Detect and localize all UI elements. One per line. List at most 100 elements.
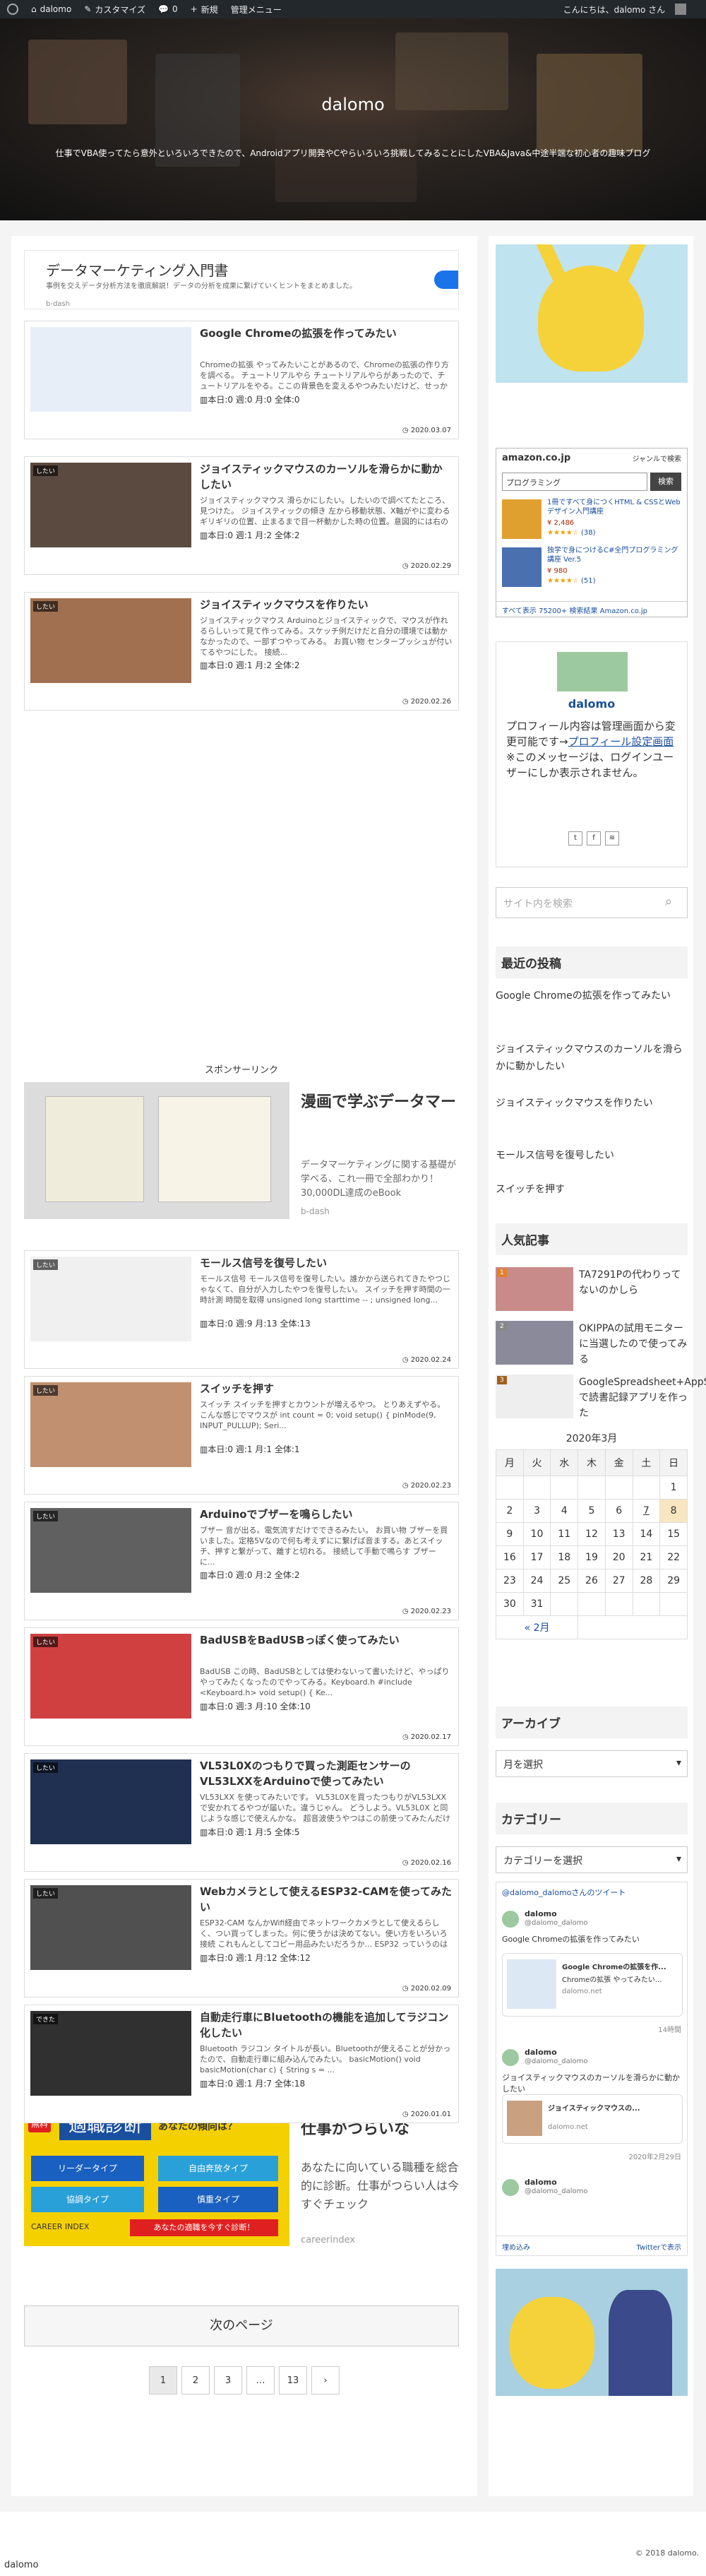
tweet-user[interactable]: dalomo (525, 2048, 557, 2057)
tweet-text: Google Chromeの拡張を作ってみたい (502, 1935, 640, 1944)
rss-icon[interactable]: ≋ (605, 831, 619, 845)
page-next[interactable]: › (311, 2366, 340, 2394)
tweet-time[interactable]: 2020年2月29日 (628, 2151, 681, 2161)
twitter-embed-link[interactable]: 埋め込み (502, 2241, 530, 2252)
recent-link[interactable]: ジョイスティックマウスのカーソルを滑らかに動かしたい (496, 1041, 686, 1075)
post-title[interactable]: ジョイスティックマウスを作りたい (200, 597, 453, 612)
recent-link[interactable]: Google Chromeの拡張を作ってみたい (496, 987, 686, 1004)
category-select[interactable]: カテゴリーを選択 ▾ (496, 1846, 688, 1873)
tweet-user[interactable]: dalomo (525, 2178, 557, 2187)
popular-thumb[interactable]: 3 (496, 1375, 573, 1418)
post-title[interactable]: 自動走行車にBluetoothの機能を追加してラジコン化したい (200, 2010, 453, 2041)
post-title[interactable]: VL53L0Xのつもりで買った測距センサーのVL53LXXをArduinoで使っ… (200, 1758, 453, 1789)
amazon-more-link[interactable]: すべて表示 75200+ 検索結果 Amazon.co.jp (496, 601, 687, 617)
post-title[interactable]: ジョイスティックマウスのカーソルを滑らかに動かしたい (200, 461, 453, 492)
amazon-item-image[interactable] (502, 547, 542, 587)
ad-top-source: b-dash (46, 300, 70, 308)
post-thumbnail[interactable]: したい (30, 1885, 191, 1970)
post-thumbnail[interactable]: できた (30, 2011, 191, 2096)
post-tag: したい (33, 1888, 59, 1899)
post-title[interactable]: Google Chromeの拡張を作ってみたい (200, 326, 453, 341)
post-title[interactable]: スイッチを押す (200, 1381, 453, 1396)
ad-arrow-icon[interactable] (434, 271, 458, 289)
popular-thumb[interactable]: 2 (496, 1321, 573, 1365)
post-card[interactable]: したい モールス信号を復号したい モールス信号 モールス信号を復号したい。誰かから送… (24, 1250, 459, 1369)
calendar-cell: 30 (496, 1592, 524, 1616)
post-card[interactable]: したい スイッチを押す スイッチ スイッチを押すとカウントが増えるやつ。 とりあえず… (24, 1376, 459, 1495)
tweet-handle[interactable]: @dalomo_dalomo (525, 2058, 587, 2065)
calendar-cell[interactable]: 7 (632, 1499, 661, 1523)
amazon-genre-select[interactable]: ジャンルで検索 (633, 453, 682, 463)
wordpress-logo-icon[interactable] (7, 4, 18, 15)
site-title[interactable]: dalomo (0, 95, 706, 114)
profile-settings-link[interactable]: プロフィール設定画面 (568, 735, 674, 748)
page-link[interactable]: 2 (181, 2366, 210, 2394)
post-thumbnail[interactable]: したい (30, 1759, 191, 1844)
recent-link[interactable]: モールス信号を復号したい (496, 1147, 686, 1164)
popular-link[interactable]: GoogleSpreadsheet+AppSheetで読書記録アプリを作った (579, 1375, 706, 1421)
post-card[interactable]: したい ジョイスティックマウスを作りたい ジョイスティックマウス Arduinoとジ… (24, 592, 459, 711)
recent-link[interactable]: スイッチを押す (496, 1181, 686, 1198)
search-icon[interactable]: ⌕ (665, 894, 672, 909)
profile-name[interactable]: dalomo (496, 697, 687, 711)
tweet-time[interactable]: 14時間 (658, 2024, 681, 2034)
post-thumbnail[interactable] (30, 327, 191, 412)
post-thumbnail[interactable]: したい (30, 1508, 191, 1593)
admin-site-link[interactable]: ⌂ dalomo (31, 4, 71, 14)
page-current[interactable]: 1 (149, 2366, 177, 2394)
post-card[interactable]: したい ジョイスティックマウスのカーソルを滑らかに動かしたい ジョイスティックマウス… (24, 456, 459, 575)
recent-link[interactable]: ジョイスティックマウスを作りたい (496, 1095, 686, 1112)
popular-link[interactable]: TA7291Pの代わりってないのかしら (579, 1267, 688, 1298)
admin-comments-link[interactable]: 💬 0 (158, 4, 178, 14)
calendar-prev-link[interactable]: « 2月 (495, 1615, 579, 1639)
ad-top[interactable]: データマーケティング入門書 事例を交えデータ分析方法を徹底解説！データの分析を成… (24, 250, 459, 309)
post-title[interactable]: Webカメラとして使えるESP32-CAMを使ってみたい (200, 1884, 453, 1915)
amazon-item-title[interactable]: 1冊ですべて身につくHTML & CSSとWebデザイン入門講座 (547, 498, 683, 516)
tweet-handle[interactable]: @dalomo_dalomo (525, 2188, 587, 2195)
next-page-button[interactable]: 次のページ (24, 2305, 459, 2346)
popular-thumb[interactable]: 1 (496, 1267, 573, 1311)
feedly-icon[interactable]: f (587, 831, 601, 845)
admin-comments-count: 0 (172, 4, 178, 14)
post-card[interactable]: したい VL53L0Xのつもりで買った測距センサーのVL53LXXをArduino… (24, 1753, 459, 1872)
tweet-card[interactable]: ジョイスティックマウスの... dalomo.net (502, 2094, 683, 2144)
ad-bottom[interactable]: 無料 適職診断 あなたの傾向は？ リーダータイプ 自由奔放タイプ 協調タイプ 慎… (24, 2109, 459, 2250)
twitter-icon[interactable]: t (568, 831, 582, 845)
tweet-handle[interactable]: @dalomo_dalomo (525, 1919, 587, 1927)
tweet-card[interactable]: Google Chromeの拡張を作... Chromeの拡張 やってみたい..… (502, 1953, 683, 2017)
post-card[interactable]: したい Webカメラとして使えるESP32-CAMを使ってみたい ESP32-CAM… (24, 1879, 459, 1998)
archive-select[interactable]: 月を選択 ▾ (496, 1750, 688, 1777)
post-title[interactable]: Arduinoでブザーを鳴らしたい (200, 1507, 453, 1522)
post-thumbnail[interactable]: したい (30, 1257, 191, 1341)
post-title[interactable]: BadUSBをBadUSBっぽく使ってみたい (200, 1632, 453, 1648)
admin-new-link[interactable]: + 新規 (191, 4, 218, 16)
post-card[interactable]: したい BadUSBをBadUSBっぽく使ってみたい BadUSB この時、BadU… (24, 1627, 459, 1746)
post-title[interactable]: モールス信号を復号したい (200, 1255, 453, 1271)
page-link[interactable]: 3 (214, 2366, 242, 2394)
post-card[interactable]: Google Chromeの拡張を作ってみたい Chromeの拡張 やってみたいこ… (24, 321, 459, 439)
post-stats: ▥本日:0 週:1 月:12 全体:12 (200, 1952, 311, 1964)
post-thumbnail[interactable]: したい (30, 1634, 191, 1719)
amazon-search-button[interactable]: 検索 (650, 473, 681, 491)
footer-site-name[interactable]: dalomo (4, 2560, 38, 2570)
post-thumbnail[interactable]: したい (30, 1382, 191, 1467)
post-thumbnail[interactable]: したい (30, 463, 191, 547)
amazon-search-input[interactable]: プログラミング (502, 473, 647, 491)
admin-greeting[interactable]: こんにちは、dalomo さん (563, 4, 686, 16)
twitter-header[interactable]: @dalomo_dalomoさんのツイート (502, 1887, 626, 1898)
tweet-user[interactable]: dalomo (525, 1909, 557, 1918)
admin-menu-link[interactable]: 管理メニュー (231, 4, 282, 16)
post-card[interactable]: できた 自動走行車にBluetoothの機能を追加してラジコン化したい Blueto… (24, 2005, 459, 2123)
sidebar-search-input[interactable]: サイト内を検索 (496, 887, 688, 918)
avatar (502, 1911, 519, 1928)
popular-link[interactable]: OKIPPAの試用モニターに当選したので使ってみる (579, 1321, 688, 1367)
twitter-view-link[interactable]: Twitterで表示 (636, 2241, 681, 2252)
admin-customize-link[interactable]: ✎ カスタマイズ (84, 4, 145, 16)
amazon-item-title[interactable]: 独学で身につけるC#全門プログラミング講座 Ver.5 (547, 546, 683, 564)
post-thumbnail[interactable]: したい (30, 598, 191, 683)
page-link[interactable]: 13 (279, 2366, 307, 2394)
amazon-logo[interactable]: amazon.co.jp (502, 453, 570, 463)
amazon-item-image[interactable] (502, 499, 542, 539)
ad-middle[interactable]: 漫画で学ぶデータマー データマーケティングに関する基礎が学べる、これ一冊で全部わ… (24, 1082, 459, 1230)
post-card[interactable]: したい Arduinoでブザーを鳴らしたい ブザー 音が出る。電気流すだけでできるみ… (24, 1502, 459, 1620)
